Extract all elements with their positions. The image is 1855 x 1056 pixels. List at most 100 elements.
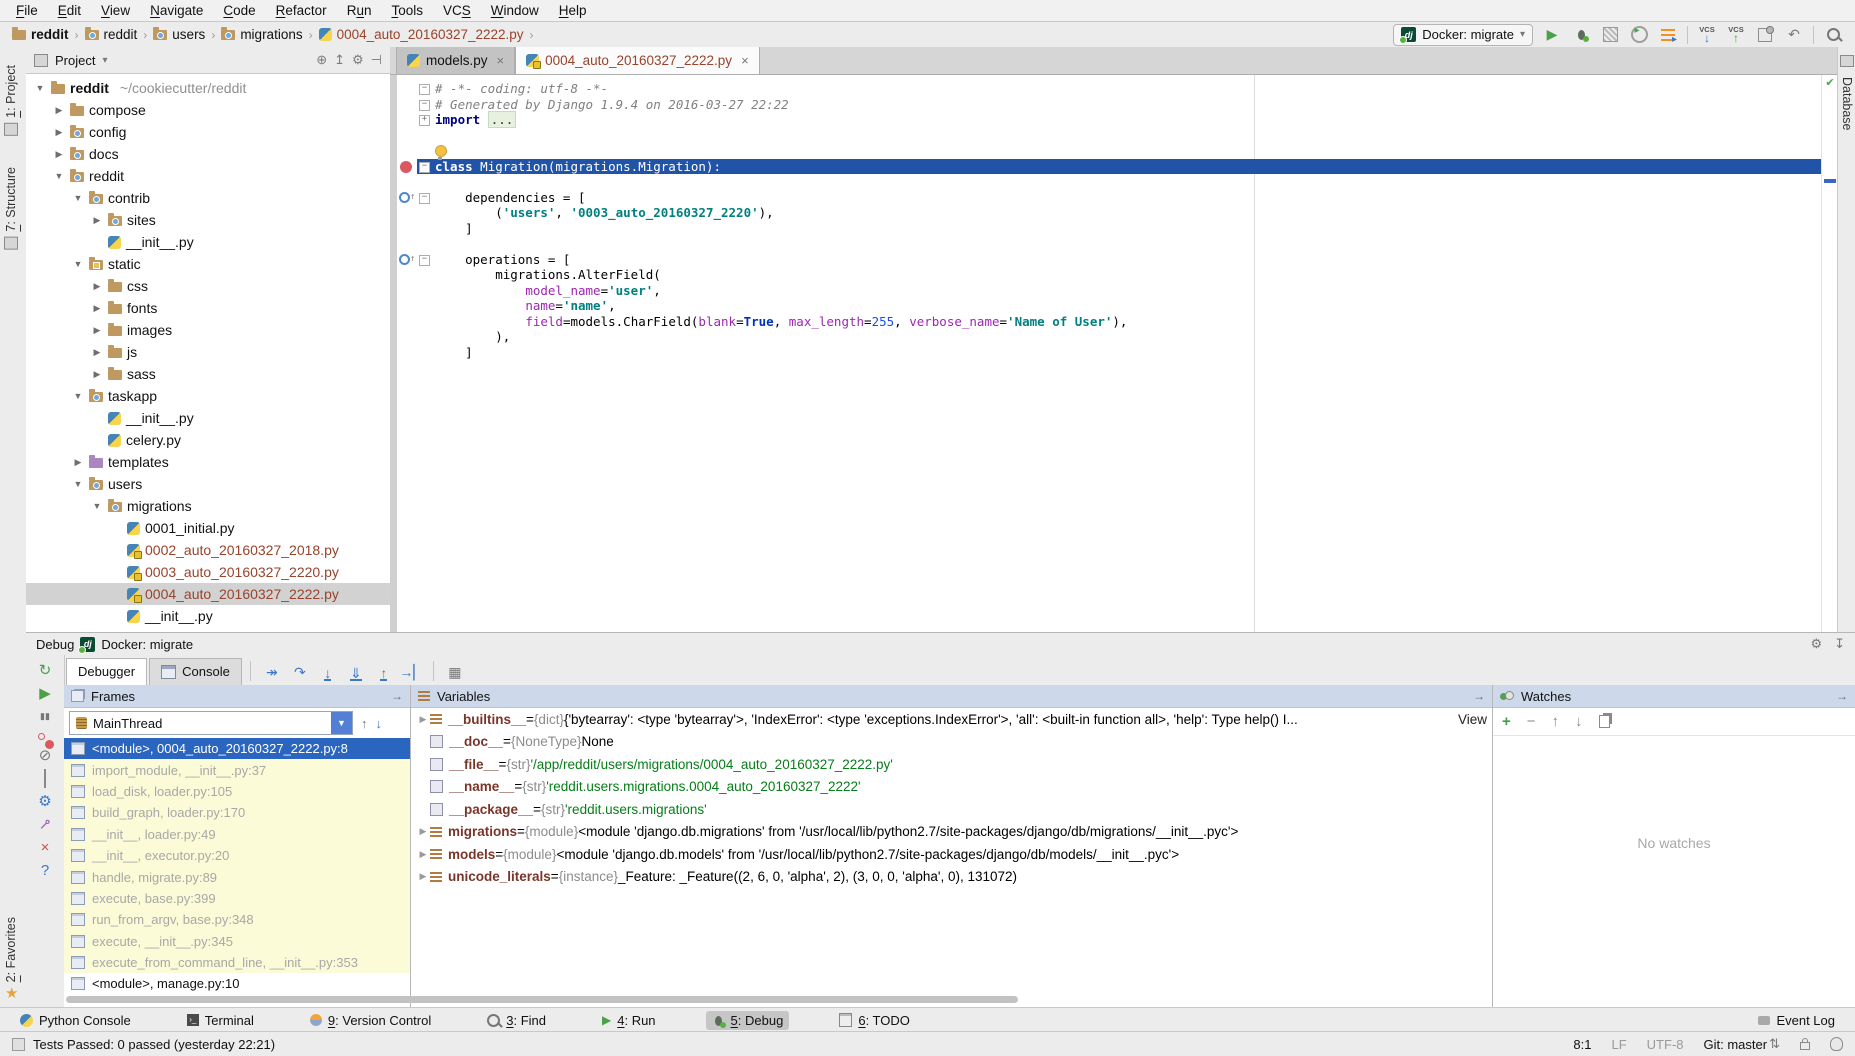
horizontal-scrollbar[interactable] (66, 996, 1018, 1003)
locate-icon[interactable]: ⊕ (316, 52, 327, 68)
variable-row[interactable]: __package__ = {str} 'reddit.users.migrat… (411, 798, 1492, 821)
stack-frame[interactable]: __init__, loader.py:49 (64, 824, 410, 845)
variable-row[interactable]: ▶__builtins__ = {dict} {'bytearray': <ty… (411, 708, 1492, 731)
search-everywhere-button[interactable] (1823, 25, 1843, 45)
view-link[interactable]: View (1450, 712, 1487, 727)
editor-gutter[interactable] (397, 174, 417, 190)
inspection-profile-icon[interactable] (1830, 1037, 1843, 1051)
menu-refactor[interactable]: Refactor (266, 2, 337, 19)
menu-window[interactable]: Window (481, 2, 549, 19)
toolwindow-favorites[interactable]: 2: Favorites (4, 917, 18, 982)
gear-icon[interactable]: ⚙ (352, 52, 364, 68)
stack-frame[interactable]: load_disk, loader.py:105 (64, 781, 410, 802)
tree-item[interactable]: 0004_auto_20160327_2222.py (26, 583, 390, 605)
restore-layout-button[interactable] (44, 771, 46, 786)
editor-gutter[interactable] (397, 283, 417, 299)
variable-row[interactable]: __doc__ = {NoneType} None (411, 731, 1492, 754)
tree-item[interactable]: ▶images (26, 319, 390, 341)
run-button[interactable]: ▶ (1542, 25, 1562, 45)
editor-gutter[interactable] (397, 205, 417, 221)
tree-expanded-icon[interactable]: ▼ (72, 193, 84, 203)
breadcrumb-item[interactable]: migrations (219, 27, 304, 42)
fold-collapse-icon[interactable]: − (419, 100, 430, 111)
show-changes-button[interactable] (1755, 25, 1775, 45)
tree-item[interactable]: ▶docs (26, 143, 390, 165)
expand-icon[interactable]: ▶ (416, 849, 430, 860)
stack-frame[interactable]: run_from_argv, base.py:348 (64, 909, 410, 930)
fold-column[interactable]: + (417, 112, 432, 128)
profiler-button[interactable] (1629, 25, 1649, 45)
combo-dropdown-button[interactable]: ▼ (331, 712, 352, 734)
breadcrumb-item[interactable]: users (151, 27, 207, 42)
editor-gutter[interactable] (397, 314, 417, 330)
toolwindow-terminal[interactable]: ›_Terminal (181, 1011, 260, 1030)
duplicate-watch-button[interactable] (1599, 715, 1610, 728)
vcs-branch[interactable]: Git: master ⇅ (1704, 1036, 1780, 1052)
tree-item[interactable]: ▶templates (26, 451, 390, 473)
stack-frame[interactable]: execute, base.py:399 (64, 888, 410, 909)
stack-frame[interactable]: __init__, executor.py:20 (64, 845, 410, 866)
toolwindow-debug[interactable]: 5: Debug (706, 1011, 790, 1030)
breakpoint-icon[interactable] (400, 161, 412, 173)
mute-breakpoints-button[interactable]: ⊘ (39, 748, 52, 763)
run-to-cursor-button[interactable]: →▏ (399, 664, 425, 681)
add-watch-button[interactable]: + (1502, 713, 1511, 730)
tree-collapsed-icon[interactable]: ▶ (91, 215, 103, 226)
run-configuration-select[interactable]: dj Docker: migrate ▾ (1393, 24, 1533, 46)
force-step-into-button[interactable]: ⇓ (343, 665, 369, 681)
rerun-button[interactable]: ↻ (39, 663, 52, 678)
tree-item[interactable]: ▼reddit~/cookiecutter/reddit (26, 77, 390, 99)
tree-item[interactable]: 0002_auto_20160327_2018.py (26, 539, 390, 561)
vcs-commit-button[interactable]: VCS↑ (1726, 25, 1746, 45)
toolwindow-project[interactable]: 1: Project (4, 65, 18, 136)
variable-row[interactable]: ▶unicode_literals = {instance} _Feature:… (411, 866, 1492, 889)
settings-button[interactable]: ⚙ (38, 794, 51, 809)
fold-collapse-icon[interactable]: − (419, 193, 430, 204)
caret-position[interactable]: 8:1 (1573, 1037, 1591, 1052)
tree-item[interactable]: __init__.py (26, 605, 390, 627)
toolwindow-event-log[interactable]: Event Log (1752, 1011, 1841, 1030)
fold-column[interactable] (417, 314, 432, 330)
tree-item[interactable]: ▼static (26, 253, 390, 275)
tree-item[interactable]: __init__.py (26, 407, 390, 429)
override-marker-icon[interactable]: ↑ (399, 254, 415, 265)
variable-row[interactable]: __file__ = {str} '/app/reddit/users/migr… (411, 753, 1492, 776)
lock-icon[interactable] (1800, 1042, 1810, 1050)
menu-navigate[interactable]: Navigate (140, 2, 213, 19)
tree-collapsed-icon[interactable]: ▶ (72, 457, 84, 468)
toolwindow-database[interactable]: Database (1840, 77, 1854, 131)
tab-close-icon[interactable]: × (741, 53, 749, 68)
variable-row[interactable]: ▶models = {module} <module 'django.db.mo… (411, 843, 1492, 866)
fold-column[interactable]: − (417, 252, 432, 268)
tree-expanded-icon[interactable]: ▼ (72, 259, 84, 269)
fold-collapse-icon[interactable]: − (419, 84, 430, 95)
toolwindow-structure[interactable]: 7: Structure (4, 167, 18, 250)
fold-column[interactable] (417, 174, 432, 190)
fold-collapse-icon[interactable]: − (419, 162, 430, 173)
hide-panel-icon[interactable]: ⊣ (371, 52, 382, 68)
fold-expand-icon[interactable]: + (419, 115, 430, 126)
vcs-update-button[interactable]: VCS↓ (1697, 25, 1717, 45)
fold-column[interactable] (417, 128, 432, 144)
fold-column[interactable]: − (417, 81, 432, 97)
step-out-button[interactable]: ↑ (371, 665, 397, 681)
editor-gutter[interactable] (397, 267, 417, 283)
editor-area[interactable]: models.py×0004_auto_20160327_2222.py× −#… (390, 47, 1838, 632)
tree-expanded-icon[interactable]: ▼ (53, 171, 65, 181)
stack-frame[interactable]: <module>, 0004_auto_20160327_2222.py:8 (64, 738, 410, 759)
editor-gutter[interactable]: ↑ (397, 252, 417, 268)
breadcrumb-item[interactable]: reddit (83, 27, 140, 42)
tree-expanded-icon[interactable]: ▼ (91, 501, 103, 511)
rollback-button[interactable]: ↶ (1784, 25, 1804, 45)
move-down-button[interactable]: ↓ (1575, 713, 1583, 730)
tree-expanded-icon[interactable]: ▼ (34, 83, 46, 93)
editor-gutter[interactable] (397, 236, 417, 252)
tab-close-icon[interactable]: × (497, 53, 505, 68)
editor-gutter[interactable] (397, 221, 417, 237)
tree-item[interactable]: ▼contrib (26, 187, 390, 209)
stack-frame[interactable]: import_module, __init__.py:37 (64, 759, 410, 780)
expand-icon[interactable]: ▶ (416, 871, 430, 882)
move-up-button[interactable]: ↑ (1552, 713, 1560, 730)
running-processes-button[interactable] (1658, 25, 1678, 45)
fold-column[interactable] (417, 345, 432, 361)
